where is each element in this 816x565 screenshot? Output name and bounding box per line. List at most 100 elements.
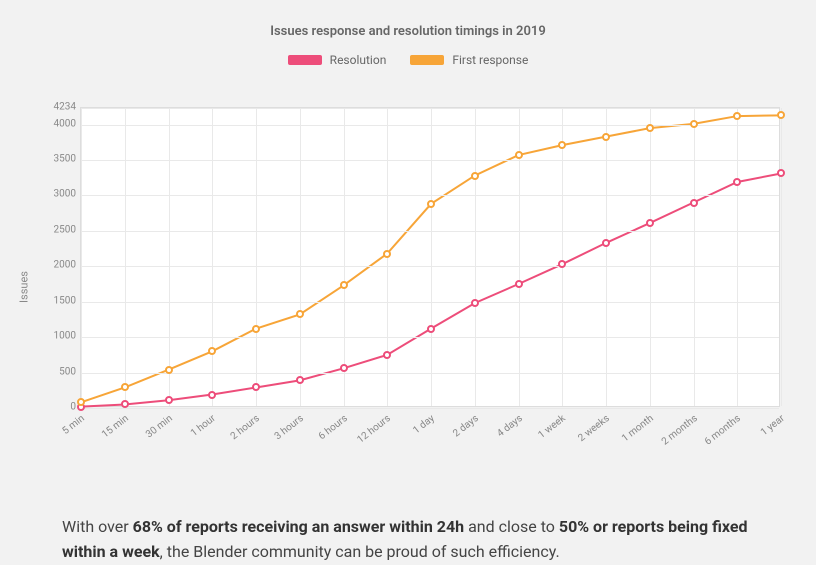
legend-item-resolution: Resolution (288, 53, 387, 67)
x-tick: 1 day (411, 413, 437, 436)
data-point (383, 351, 391, 359)
data-point (471, 299, 479, 307)
data-point (121, 400, 129, 408)
x-tick: 12 hours (356, 413, 394, 446)
data-point (165, 396, 173, 404)
data-point (165, 366, 173, 374)
data-point (777, 169, 785, 177)
gridline (475, 108, 476, 406)
gridline (344, 108, 345, 406)
gridline (81, 125, 779, 126)
data-point (733, 112, 741, 120)
data-point (558, 141, 566, 149)
caption: With over 68% of reports receiving an an… (62, 515, 754, 565)
data-point (427, 325, 435, 333)
legend: Resolution First response (18, 53, 798, 67)
x-tick: 2 weeks (576, 413, 611, 444)
caption-text: and close to (464, 517, 559, 536)
gridline (169, 108, 170, 406)
data-point (733, 178, 741, 186)
chart-lines (81, 108, 779, 406)
gridline (694, 108, 695, 406)
plot-area (80, 107, 780, 407)
data-point (252, 383, 260, 391)
data-point (690, 199, 698, 207)
gridline (650, 108, 651, 406)
data-point (646, 124, 654, 132)
x-tick: 2 hours (229, 413, 262, 442)
data-point (252, 325, 260, 333)
data-point (296, 310, 304, 318)
x-tick: 5 min (60, 413, 86, 437)
data-point (602, 133, 610, 141)
data-point (208, 347, 216, 355)
x-tick: 3 hours (272, 413, 305, 442)
x-tick: 2 months (659, 413, 699, 448)
chart-title: Issues response and resolution timings i… (18, 24, 798, 39)
gridline (81, 108, 779, 109)
data-point (383, 250, 391, 258)
y-tick: 2000 (36, 260, 76, 271)
x-tick: 1 hour (189, 413, 218, 439)
y-axis-label: Issues (18, 271, 31, 303)
gridline (737, 108, 738, 406)
data-point (340, 364, 348, 372)
y-tick: 1000 (36, 331, 76, 342)
x-tick: 6 months (703, 413, 743, 448)
data-point (77, 398, 85, 406)
y-tick: 0 (36, 402, 76, 413)
legend-label: First response (452, 53, 528, 67)
data-point (646, 219, 654, 227)
data-point (471, 172, 479, 180)
data-point (296, 376, 304, 384)
legend-swatch (288, 55, 322, 65)
gridline (606, 108, 607, 406)
gridline (212, 108, 213, 406)
chart-area: Issues Time (logarithmic) 05001000150020… (28, 107, 788, 467)
x-tick: 2 days (451, 413, 481, 440)
x-tick: 1 week (537, 413, 568, 441)
y-tick: 1500 (36, 295, 76, 306)
x-tick: 1 month (620, 413, 656, 444)
gridline (81, 231, 779, 232)
gridline (81, 373, 779, 374)
chart-container: Issues response and resolution timings i… (0, 0, 816, 553)
gridline (300, 108, 301, 406)
data-point (340, 281, 348, 289)
x-tick: 15 min (100, 413, 131, 440)
legend-label: Resolution (330, 53, 387, 67)
gridline (125, 108, 126, 406)
y-tick: 2500 (36, 224, 76, 235)
caption-text: , the Blender community can be proud of … (160, 542, 560, 561)
gridline (431, 108, 432, 406)
caption-bold: 68% of reports receiving an answer withi… (133, 517, 464, 536)
data-point (208, 391, 216, 399)
gridline (81, 408, 779, 409)
legend-item-first-response: First response (410, 53, 528, 67)
gridline (81, 160, 779, 161)
x-tick: 4 days (495, 413, 525, 440)
gridline (81, 337, 779, 338)
data-point (515, 280, 523, 288)
gridline (81, 108, 82, 406)
y-tick: 3000 (36, 189, 76, 200)
data-point (515, 151, 523, 159)
data-point (602, 239, 610, 247)
data-point (690, 120, 698, 128)
data-point (777, 111, 785, 119)
gridline (81, 195, 779, 196)
gridline (81, 302, 779, 303)
x-tick: 6 hours (316, 413, 349, 442)
y-tick: 4234 (36, 102, 76, 113)
y-tick: 500 (36, 366, 76, 377)
gridline (256, 108, 257, 406)
gridline (781, 108, 782, 406)
y-tick: 4000 (36, 118, 76, 129)
caption-text: With over (62, 517, 133, 536)
x-tick: 30 min (144, 413, 175, 440)
legend-swatch (410, 55, 444, 65)
gridline (81, 266, 779, 267)
x-tick: 1 year (759, 413, 787, 438)
gridline (562, 108, 563, 406)
y-tick: 3500 (36, 154, 76, 165)
